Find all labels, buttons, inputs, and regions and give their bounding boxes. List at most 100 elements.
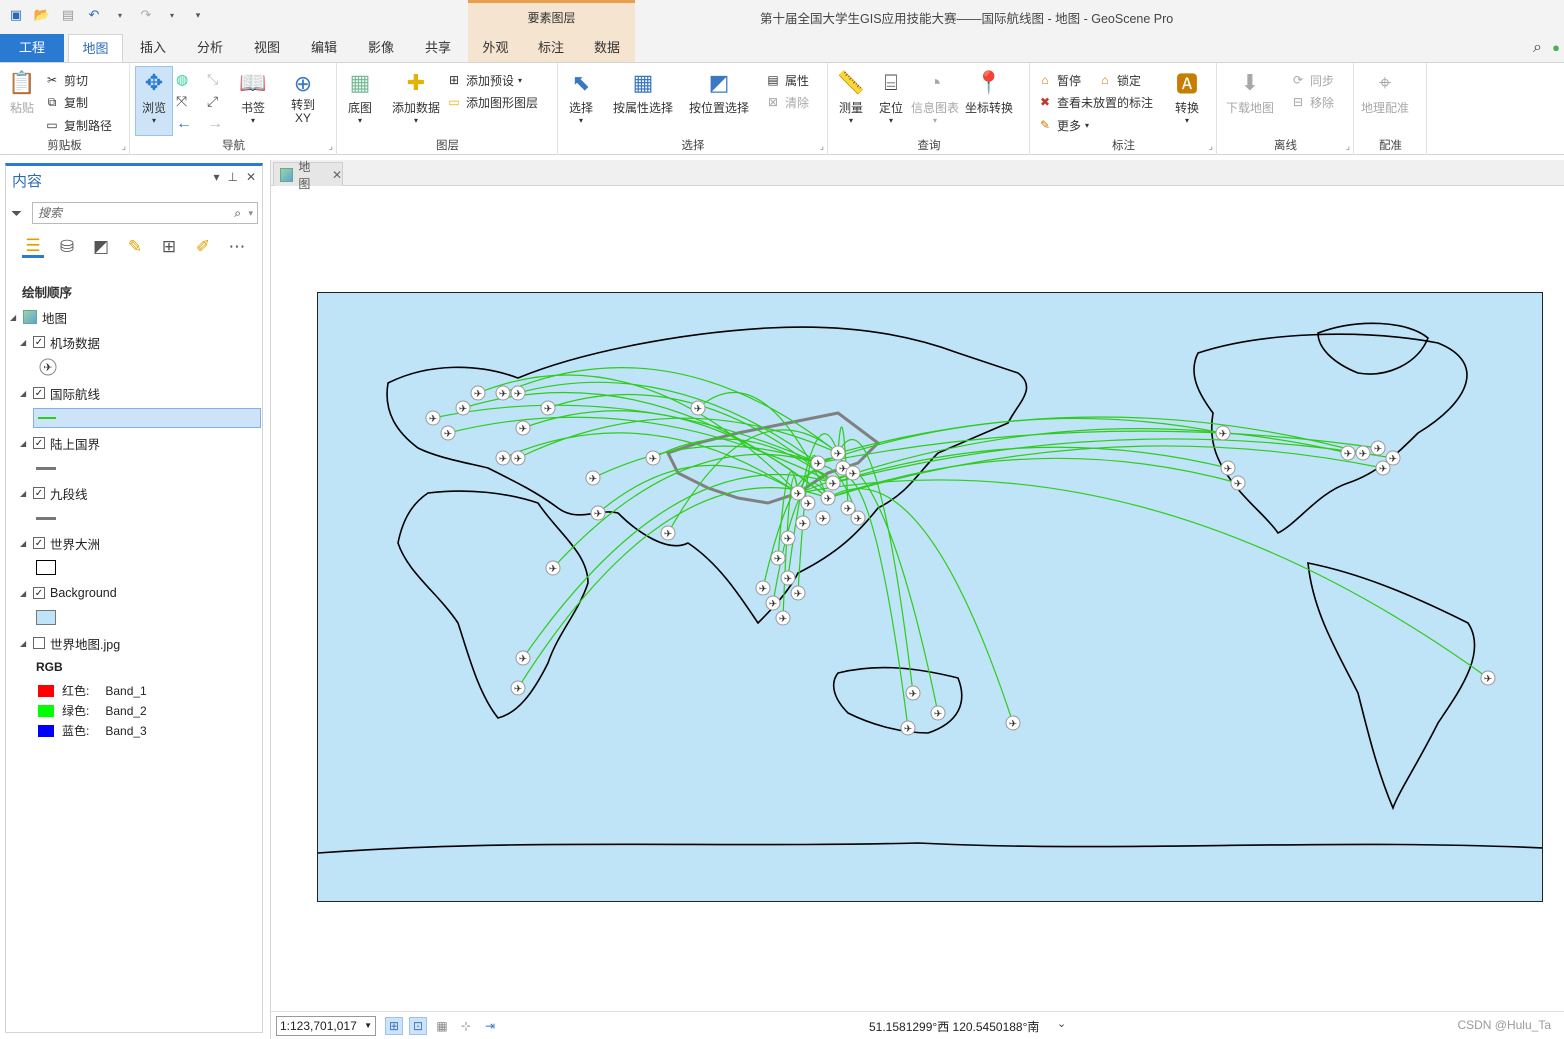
airport-marker[interactable]: ✈ <box>810 455 826 471</box>
dialog-launcher-icon[interactable]: ⌟ <box>820 141 824 152</box>
layer-visibility-checkbox[interactable]: ✓ <box>33 587 45 599</box>
open-project-icon[interactable]: 📂 <box>34 7 50 23</box>
layer-visibility-checkbox[interactable]: ✓ <box>33 437 45 449</box>
airport-marker[interactable]: ✈ <box>780 530 796 546</box>
download-map-button[interactable]: ⬇ 下载地图 <box>1226 67 1274 116</box>
coordinate-format-dropdown-icon[interactable]: ⌄ <box>1057 1017 1066 1030</box>
bookmarks-button[interactable]: 📖 书签 ▾ <box>237 67 269 125</box>
more-options-icon[interactable]: ⋯ <box>226 236 248 258</box>
georeference-button[interactable]: ⌖ 地理配准 <box>1361 67 1409 116</box>
constraint-icon[interactable]: ⊹ <box>457 1017 475 1035</box>
layer-visibility-checkbox[interactable]: ✓ <box>33 537 45 549</box>
airport-marker[interactable]: ✈ <box>660 525 676 541</box>
clear-selection-button[interactable]: ⊠ 清除 <box>765 93 809 111</box>
list-by-drawing-order-icon[interactable]: ☰ <box>22 236 44 258</box>
airport-marker[interactable]: ✈ <box>815 510 831 526</box>
infographics-button[interactable]: ◔ 信息图表 ▾ <box>911 67 959 125</box>
tab-map[interactable]: 地图 <box>68 34 123 62</box>
airport-marker[interactable]: ✈ <box>795 515 811 531</box>
airport-marker[interactable]: ✈ <box>900 720 916 736</box>
airport-marker[interactable]: ✈ <box>590 505 606 521</box>
layer-row-continents[interactable]: ◢ ✓ 世界大洲 <box>20 533 100 553</box>
search-icon[interactable]: ⌕ <box>234 203 241 223</box>
signed-in-user-icon[interactable]: ● <box>1552 40 1560 55</box>
collapse-icon[interactable]: ◢ <box>10 313 18 322</box>
continent-fill-symbol[interactable] <box>36 560 56 575</box>
explore-button[interactable]: ✥ 浏览 ▾ <box>135 66 173 136</box>
airport-marker[interactable]: ✈ <box>1355 445 1371 461</box>
collapse-icon[interactable]: ◢ <box>20 539 28 548</box>
layer-visibility-checkbox[interactable]: ✓ <box>33 336 45 348</box>
convert-labels-button[interactable]: 🅰 转换 ▾ <box>1171 67 1203 125</box>
list-by-selection-icon[interactable]: ◩ <box>90 236 112 258</box>
view-unplaced-labels-button[interactable]: ✖ 查看未放置的标注 <box>1037 93 1153 111</box>
grid-snapping-icon[interactable]: ⊡ <box>409 1017 427 1035</box>
tab-project[interactable]: 工程 <box>0 34 64 62</box>
close-icon[interactable]: ✕ <box>246 170 256 184</box>
pane-options-icon[interactable]: ▾ <box>213 170 219 184</box>
new-project-icon[interactable]: ▣ <box>8 7 24 23</box>
remove-offline-button[interactable]: ⊟ 移除 <box>1290 93 1334 111</box>
airport-marker[interactable]: ✈ <box>690 400 706 416</box>
airport-marker[interactable]: ✈ <box>1375 460 1391 476</box>
airport-marker[interactable]: ✈ <box>1220 460 1236 476</box>
tab-edit[interactable]: 编辑 <box>299 34 349 62</box>
collapse-icon[interactable]: ◢ <box>20 439 28 448</box>
airport-marker[interactable]: ✈ <box>825 475 841 491</box>
airport-marker[interactable]: ✈ <box>755 580 771 596</box>
tab-imagery[interactable]: 影像 <box>356 34 406 62</box>
measure-button[interactable]: 📏 测量 ▾ <box>835 67 867 125</box>
layer-row-land-borders[interactable]: ◢ ✓ 陆上国界 <box>20 433 100 453</box>
layer-row-airports[interactable]: ◢ ✓ 机场数据 <box>20 332 100 352</box>
airport-marker[interactable]: ✈ <box>495 450 511 466</box>
lock-labels-button[interactable]: ⌂ 锁定 <box>1097 71 1141 89</box>
airport-marker[interactable]: ✈ <box>1480 670 1496 686</box>
locate-button[interactable]: ⌸ 定位 ▾ <box>875 67 907 125</box>
tab-share[interactable]: 共享 <box>413 34 463 62</box>
airport-marker[interactable]: ✈ <box>800 495 816 511</box>
collapse-icon[interactable]: ◢ <box>20 589 28 598</box>
search-options-icon[interactable]: ▾ <box>248 203 253 223</box>
airport-marker[interactable]: ✈ <box>765 595 781 611</box>
refresh-icon[interactable]: ⇥ <box>481 1017 499 1035</box>
search-icon[interactable]: ⌕ <box>1533 39 1542 57</box>
filter-icon[interactable]: ⏷ <box>11 205 22 222</box>
collapse-icon[interactable]: ◢ <box>20 639 28 648</box>
world-map-canvas[interactable]: ✈✈✈✈ ✈ ✈✈✈✈ ✈✈✈✈✈✈✈✈✈✈✈✈✈✈✈✈✈✈ ✈✈✈✈✈✈✈ ✈ ✈✈✈✈✈… <box>318 293 1543 902</box>
pause-labels-button[interactable]: ⌂ 暂停 <box>1037 71 1081 89</box>
fixed-zoom-in-icon[interactable]: ⤡ <box>207 71 218 88</box>
dialog-launcher-icon[interactable]: ⌟ <box>1209 141 1213 152</box>
layer-visibility-checkbox[interactable] <box>33 637 45 649</box>
airport-marker[interactable]: ✈ <box>1370 440 1386 456</box>
airport-marker[interactable]: ✈ <box>425 410 441 426</box>
basemap-button[interactable]: ▦ 底图 ▾ <box>344 67 376 125</box>
coordinate-conversion-button[interactable]: 📍 坐标转换 <box>965 67 1013 116</box>
map-frame[interactable]: ✈ ✈ ✈ ✈ ✈ ✈ ✈ ✈ ✈ ✈ ✈ ✈ ✈ ✈ ✈ ✈ ✈ ✈ ✈ ✈ ✈ ✈ ✈ ✈ ✈ ✈ ✈ ✈ ✈ ✈ ✈ ✈ ✈ ✈ ✈ ✈ ✈ ✈ ✈ ✈… <box>317 292 1543 902</box>
copy-path-button[interactable]: ▭ 复制路径 <box>44 116 112 134</box>
attributes-button[interactable]: ▤ 属性 <box>765 71 809 89</box>
layer-visibility-checkbox[interactable]: ✓ <box>33 487 45 499</box>
airport-marker[interactable]: ✈ <box>645 450 661 466</box>
airport-marker[interactable]: ✈ <box>770 550 786 566</box>
airport-marker[interactable]: ✈ <box>790 585 806 601</box>
airport-marker[interactable]: ✈ <box>930 705 946 721</box>
save-icon[interactable]: ▤ <box>60 7 76 23</box>
airport-marker[interactable]: ✈ <box>510 385 526 401</box>
list-by-editing-icon[interactable]: ✎ <box>124 236 146 258</box>
layer-row-routes[interactable]: ◢ ✓ 国际航线 <box>20 383 100 403</box>
airport-marker[interactable]: ✈ <box>1340 445 1356 461</box>
tab-data[interactable]: 数据 <box>579 34 635 62</box>
airport-marker[interactable]: ✈ <box>455 400 471 416</box>
airport-marker[interactable]: ✈ <box>470 385 486 401</box>
collapse-icon[interactable]: ◢ <box>20 489 28 498</box>
airport-marker[interactable]: ✈ <box>845 465 861 481</box>
dialog-launcher-icon[interactable]: ⌟ <box>1346 141 1350 152</box>
snapping-icon[interactable]: ⊞ <box>385 1017 403 1035</box>
airport-marker[interactable]: ✈ <box>515 650 531 666</box>
select-by-location-button[interactable]: ◩ 按位置选择 <box>689 67 749 116</box>
tab-insert[interactable]: 插入 <box>128 34 178 62</box>
tab-labeling[interactable]: 标注 <box>523 34 579 62</box>
airport-marker[interactable]: ✈ <box>1230 475 1246 491</box>
add-preset-button[interactable]: ⊞ 添加预设 ▾ <box>446 71 522 89</box>
contents-search-input[interactable]: 搜索 ⌕ ▾ <box>32 202 258 224</box>
